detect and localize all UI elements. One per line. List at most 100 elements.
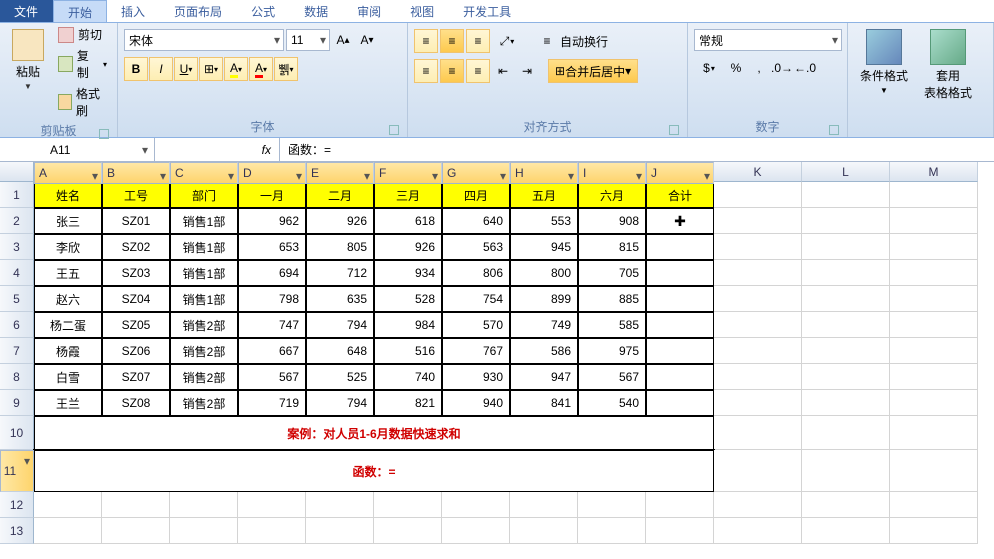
cell-A[interactable]: 张三 — [34, 208, 102, 234]
cell-K[interactable] — [714, 182, 802, 208]
cell-D[interactable]: 667 — [238, 338, 306, 364]
cell-E[interactable]: 794 — [306, 312, 374, 338]
cell-F[interactable] — [374, 492, 442, 518]
align-right-button[interactable]: ≡ — [466, 59, 490, 83]
cell-H[interactable]: 947 — [510, 364, 578, 390]
col-header-L[interactable]: L — [802, 162, 890, 182]
cell-B[interactable]: SZ08 — [102, 390, 170, 416]
cell-A[interactable]: 杨二蛋 — [34, 312, 102, 338]
cell-H[interactable]: 945 — [510, 234, 578, 260]
cell-J[interactable] — [646, 492, 714, 518]
cell-H[interactable]: 586 — [510, 338, 578, 364]
cell-K[interactable] — [714, 234, 802, 260]
tab-review[interactable]: 审阅 — [343, 0, 396, 22]
cell-E[interactable] — [306, 518, 374, 544]
cell-K[interactable] — [714, 518, 802, 544]
cell-G[interactable]: 563 — [442, 234, 510, 260]
cell-A[interactable]: 王兰 — [34, 390, 102, 416]
cell-G[interactable] — [442, 518, 510, 544]
align-top-button[interactable]: ≡ — [414, 29, 438, 53]
paste-button[interactable]: 粘贴 ▼ — [6, 25, 50, 95]
cell-M[interactable] — [890, 338, 978, 364]
cell-F[interactable]: 926 — [374, 234, 442, 260]
cell-B[interactable]: SZ05 — [102, 312, 170, 338]
tab-layout[interactable]: 页面布局 — [160, 0, 237, 22]
col-header-D[interactable]: D — [238, 162, 306, 184]
cell-K[interactable] — [714, 492, 802, 518]
conditional-format-button[interactable]: 条件格式▼ — [854, 25, 914, 99]
cell-G[interactable]: 930 — [442, 364, 510, 390]
font-name-select[interactable]: 宋体 — [124, 29, 284, 51]
cell-J[interactable] — [646, 312, 714, 338]
cell-M[interactable] — [890, 208, 978, 234]
cell-L[interactable] — [802, 312, 890, 338]
cell-C[interactable] — [170, 492, 238, 518]
cell-M[interactable] — [890, 286, 978, 312]
cell-E[interactable]: 648 — [306, 338, 374, 364]
cell-K[interactable] — [714, 260, 802, 286]
row-header-6[interactable]: 6 — [0, 312, 34, 338]
cell-E[interactable]: 794 — [306, 390, 374, 416]
cell-K[interactable] — [714, 364, 802, 390]
cell-I[interactable]: 585 — [578, 312, 646, 338]
row-header-8[interactable]: 8 — [0, 364, 34, 390]
cell-A[interactable] — [34, 518, 102, 544]
cell-I[interactable]: 908 — [578, 208, 646, 234]
cell-H[interactable]: 899 — [510, 286, 578, 312]
row-header-13[interactable]: 13 — [0, 518, 34, 544]
row-header-10[interactable]: 10 — [0, 416, 34, 450]
grow-font-button[interactable]: A▴ — [332, 29, 354, 51]
italic-button[interactable]: I — [149, 57, 173, 81]
fx-button[interactable]: fx — [155, 138, 280, 161]
row-header-1[interactable]: 1 — [0, 182, 34, 208]
cell-H[interactable]: 553 — [510, 208, 578, 234]
indent-dec-button[interactable]: ⇤ — [492, 60, 514, 82]
border-button[interactable]: ⊞▾ — [199, 57, 223, 81]
bold-button[interactable]: B — [124, 57, 148, 81]
align-bottom-button[interactable]: ≡ — [466, 29, 490, 53]
font-launcher[interactable] — [389, 125, 399, 135]
cell-E[interactable]: 525 — [306, 364, 374, 390]
cell-A[interactable]: 赵六 — [34, 286, 102, 312]
col-header-G[interactable]: G — [442, 162, 510, 184]
cell-D[interactable]: 567 — [238, 364, 306, 390]
number-format-select[interactable]: 常规 — [694, 29, 842, 51]
cell-F[interactable]: 528 — [374, 286, 442, 312]
row-header-7[interactable]: 7 — [0, 338, 34, 364]
cell-I[interactable]: 540 — [578, 390, 646, 416]
cell-C[interactable]: 销售1部 — [170, 234, 238, 260]
cell-E[interactable]: 926 — [306, 208, 374, 234]
cell-J[interactable] — [646, 390, 714, 416]
cell-L[interactable] — [802, 416, 890, 450]
cell-F[interactable]: 740 — [374, 364, 442, 390]
cell-D[interactable]: 798 — [238, 286, 306, 312]
cell-H[interactable] — [510, 492, 578, 518]
cell-G[interactable]: 754 — [442, 286, 510, 312]
orientation-button[interactable]: ⤢ — [492, 30, 522, 52]
cell-D[interactable]: 694 — [238, 260, 306, 286]
cell-L[interactable] — [802, 286, 890, 312]
cell-D[interactable]: 747 — [238, 312, 306, 338]
cell-D[interactable] — [238, 518, 306, 544]
cell-B[interactable] — [102, 492, 170, 518]
col-header-K[interactable]: K — [714, 162, 802, 182]
cell-L[interactable] — [802, 208, 890, 234]
cell-D[interactable]: 962 — [238, 208, 306, 234]
cell-K[interactable] — [714, 416, 802, 450]
cell-B[interactable]: SZ06 — [102, 338, 170, 364]
percent-button[interactable]: % — [725, 57, 747, 79]
cell-G[interactable] — [442, 492, 510, 518]
col-header-I[interactable]: I — [578, 162, 646, 184]
cell-F[interactable]: 516 — [374, 338, 442, 364]
cell-M[interactable] — [890, 182, 978, 208]
cell-B[interactable]: SZ07 — [102, 364, 170, 390]
row-header-3[interactable]: 3 — [0, 234, 34, 260]
tab-data[interactable]: 数据 — [290, 0, 343, 22]
col-header-F[interactable]: F — [374, 162, 442, 184]
cell-B[interactable]: SZ01 — [102, 208, 170, 234]
col-header-C[interactable]: C — [170, 162, 238, 184]
cell-J[interactable] — [646, 208, 714, 234]
cell-A[interactable] — [34, 492, 102, 518]
row-header-11[interactable]: 11 — [0, 450, 34, 492]
row-header-9[interactable]: 9 — [0, 390, 34, 416]
